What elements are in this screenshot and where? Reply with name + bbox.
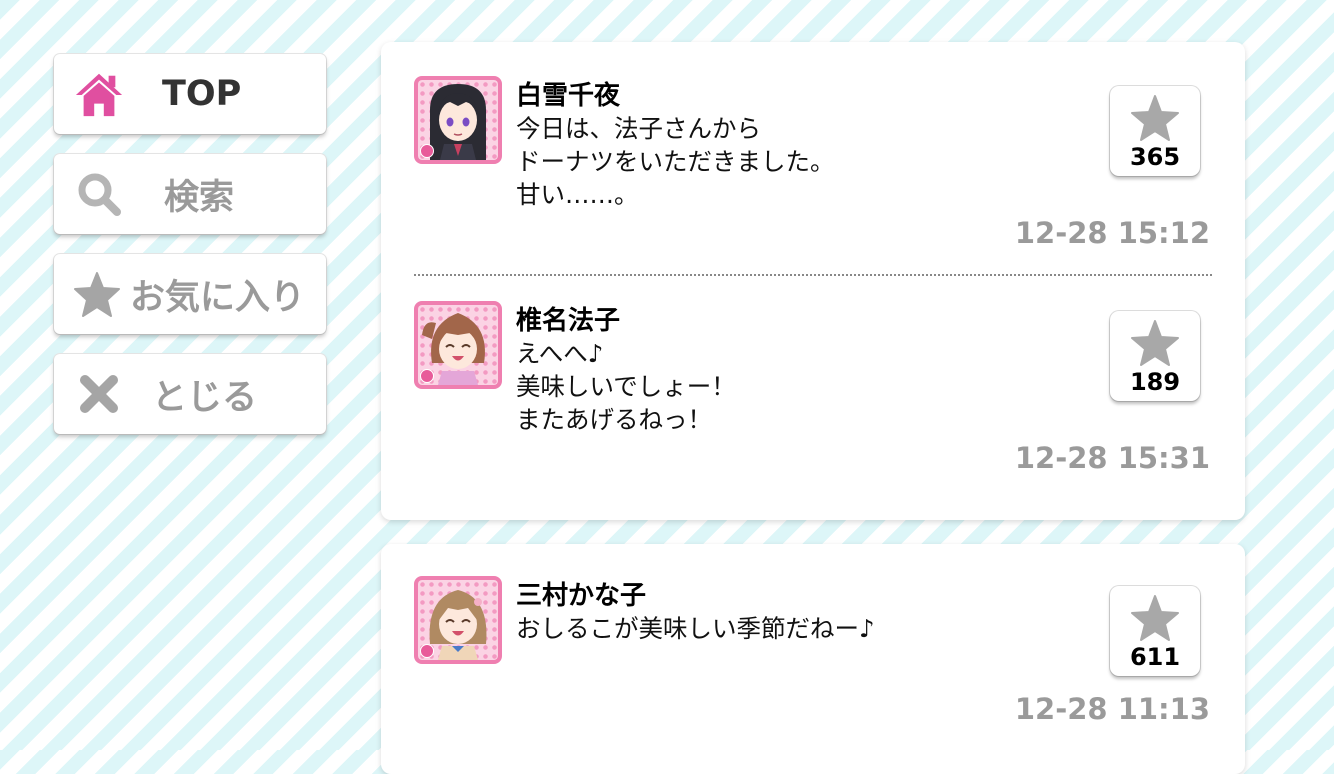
post-text-line: おしるこが美味しい季節だねー♪: [516, 614, 875, 643]
post-card: 白雪千夜 今日は、法子さんから ドーナツをいただきました。 甘い……。 365 …: [381, 42, 1245, 520]
star-icon: [1131, 320, 1179, 366]
close-icon: [74, 369, 124, 419]
like-button[interactable]: 365: [1110, 86, 1200, 176]
post-item: 三村かな子 おしるこが美味しい季節だねー♪ 611 12-28 11:13: [414, 576, 1212, 736]
like-count: 365: [1129, 143, 1181, 171]
post-text-line: 美味しいでしょー！: [516, 372, 736, 401]
home-icon: [74, 69, 124, 119]
star-icon: [72, 269, 122, 319]
top-button[interactable]: TOP: [54, 54, 326, 134]
post-text-line: ドーナツをいただきました。: [516, 147, 835, 176]
post-timestamp: 12-28 15:31: [1014, 441, 1210, 475]
post-text: 今日は、法子さんから ドーナツをいただきました。 甘い……。: [516, 112, 835, 211]
post-item: 白雪千夜 今日は、法子さんから ドーナツをいただきました。 甘い……。 365 …: [414, 76, 1212, 256]
side-menu: TOP 検索 お気に入り とじる: [54, 54, 326, 454]
post-item: 椎名法子 えへへ♪ 美味しいでしょー！ またあげるねっ！ 189 12-28 1…: [414, 301, 1212, 481]
like-count: 189: [1129, 368, 1181, 396]
like-count: 611: [1129, 643, 1181, 671]
search-label: 検索: [164, 177, 235, 218]
post-author: 椎名法子: [516, 306, 621, 336]
like-button[interactable]: 189: [1110, 311, 1200, 401]
post-card: 三村かな子 おしるこが美味しい季節だねー♪ 611 12-28 11:13: [381, 544, 1245, 774]
divider: [414, 274, 1212, 276]
post-text-line: 今日は、法子さんから: [516, 114, 761, 143]
post-text-line: 甘い……。: [516, 180, 639, 209]
post-author: 白雪千夜: [516, 81, 621, 111]
post-text: おしるこが美味しい季節だねー♪: [516, 612, 875, 645]
top-label: TOP: [162, 74, 242, 114]
post-text-line: またあげるねっ！: [516, 405, 712, 434]
search-button[interactable]: 検索: [54, 154, 326, 234]
favorites-label: お気に入り: [130, 277, 306, 318]
star-icon: [1131, 595, 1179, 641]
favorites-button[interactable]: お気に入り: [54, 254, 326, 334]
search-icon: [74, 169, 124, 219]
like-button[interactable]: 611: [1110, 586, 1200, 676]
close-label: とじる: [152, 377, 258, 418]
avatar[interactable]: [414, 76, 502, 164]
close-button[interactable]: とじる: [54, 354, 326, 434]
post-text-line: えへへ♪: [516, 339, 604, 368]
post-text: えへへ♪ 美味しいでしょー！ またあげるねっ！: [516, 337, 736, 436]
post-timestamp: 12-28 11:13: [1014, 692, 1210, 726]
post-author: 三村かな子: [516, 581, 647, 611]
star-icon: [1131, 95, 1179, 141]
avatar[interactable]: [414, 301, 502, 389]
avatar[interactable]: [414, 576, 502, 664]
post-timestamp: 12-28 15:12: [1014, 216, 1210, 250]
